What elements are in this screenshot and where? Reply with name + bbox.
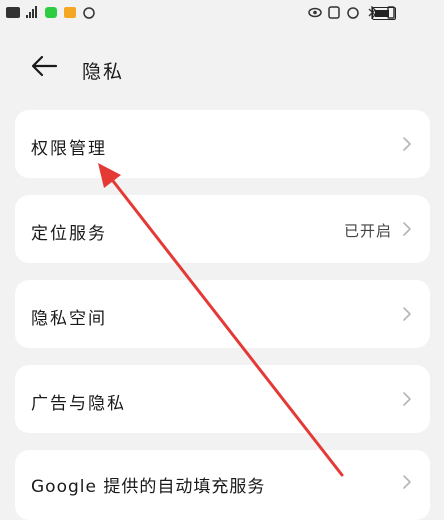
back-arrow-icon[interactable] — [30, 54, 58, 78]
list-item-private-space[interactable]: 隐私空间 — [15, 280, 430, 348]
message-icon — [45, 7, 57, 18]
camera-icon — [83, 7, 95, 19]
list-item-label: 广告与隐私 — [31, 394, 126, 414]
chevron-right-icon — [403, 475, 411, 489]
status-bar — [0, 0, 444, 28]
list-item-ads-privacy[interactable]: 广告与隐私 — [15, 365, 430, 433]
signal-icon — [26, 6, 37, 18]
list-item-location-services[interactable]: 定位服务 已开启 — [15, 195, 430, 263]
chevron-right-icon — [403, 137, 411, 151]
list-item-label: 权限管理 — [31, 139, 107, 159]
status-icons-left — [6, 6, 96, 19]
chevron-right-icon — [403, 392, 411, 406]
page-title: 隐私 — [82, 61, 125, 83]
list-item-status: 已开启 — [343, 222, 392, 240]
alarm-icon — [347, 7, 359, 19]
battery-icon — [372, 7, 396, 20]
list-item-label: Google 提供的自动填充服务 — [31, 477, 266, 497]
hd-icon — [6, 7, 20, 18]
eye-icon — [308, 7, 322, 18]
chevron-right-icon — [403, 307, 411, 321]
nfc-icon — [328, 6, 340, 19]
list-item-label: 隐私空间 — [31, 309, 107, 329]
list-item-google-autofill[interactable]: Google 提供的自动填充服务 — [15, 450, 430, 520]
list-item-label: 定位服务 — [31, 224, 107, 244]
app-notification-icon — [64, 7, 76, 18]
app-bar: 隐私 — [0, 44, 444, 92]
list-item-permission-management[interactable]: 权限管理 — [15, 110, 430, 178]
chevron-right-icon — [403, 222, 411, 236]
